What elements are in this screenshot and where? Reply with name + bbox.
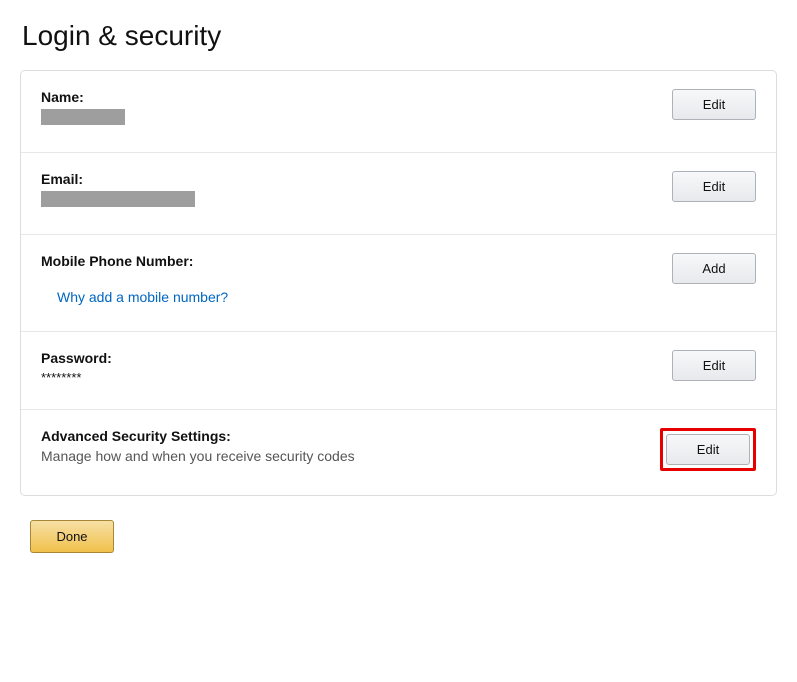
name-value bbox=[41, 109, 672, 128]
row-password: Password: ******** Edit bbox=[21, 332, 776, 410]
redacted-block bbox=[41, 109, 125, 125]
done-container: Done bbox=[30, 520, 777, 553]
password-value: ******** bbox=[41, 370, 672, 385]
row-mobile: Mobile Phone Number: Why add a mobile nu… bbox=[21, 235, 776, 332]
advanced-security-description: Manage how and when you receive security… bbox=[41, 448, 660, 464]
edit-password-button[interactable]: Edit bbox=[672, 350, 756, 381]
email-value bbox=[41, 191, 672, 210]
password-label: Password: bbox=[41, 350, 672, 366]
row-name: Name: Edit bbox=[21, 71, 776, 153]
row-advanced-security: Advanced Security Settings: Manage how a… bbox=[21, 410, 776, 495]
redacted-block bbox=[41, 191, 195, 207]
advanced-security-label: Advanced Security Settings: bbox=[41, 428, 660, 444]
mobile-label: Mobile Phone Number: bbox=[41, 253, 672, 269]
email-label: Email: bbox=[41, 171, 672, 187]
row-email: Email: Edit bbox=[21, 153, 776, 235]
edit-advanced-security-button[interactable]: Edit bbox=[666, 434, 750, 465]
highlight-box: Edit bbox=[660, 428, 756, 471]
settings-card: Name: Edit Email: Edit Mobile Phone Numb… bbox=[20, 70, 777, 496]
why-add-mobile-link[interactable]: Why add a mobile number? bbox=[57, 289, 228, 305]
done-button[interactable]: Done bbox=[30, 520, 114, 553]
name-label: Name: bbox=[41, 89, 672, 105]
edit-name-button[interactable]: Edit bbox=[672, 89, 756, 120]
add-mobile-button[interactable]: Add bbox=[672, 253, 756, 284]
edit-email-button[interactable]: Edit bbox=[672, 171, 756, 202]
page-title: Login & security bbox=[22, 20, 777, 52]
